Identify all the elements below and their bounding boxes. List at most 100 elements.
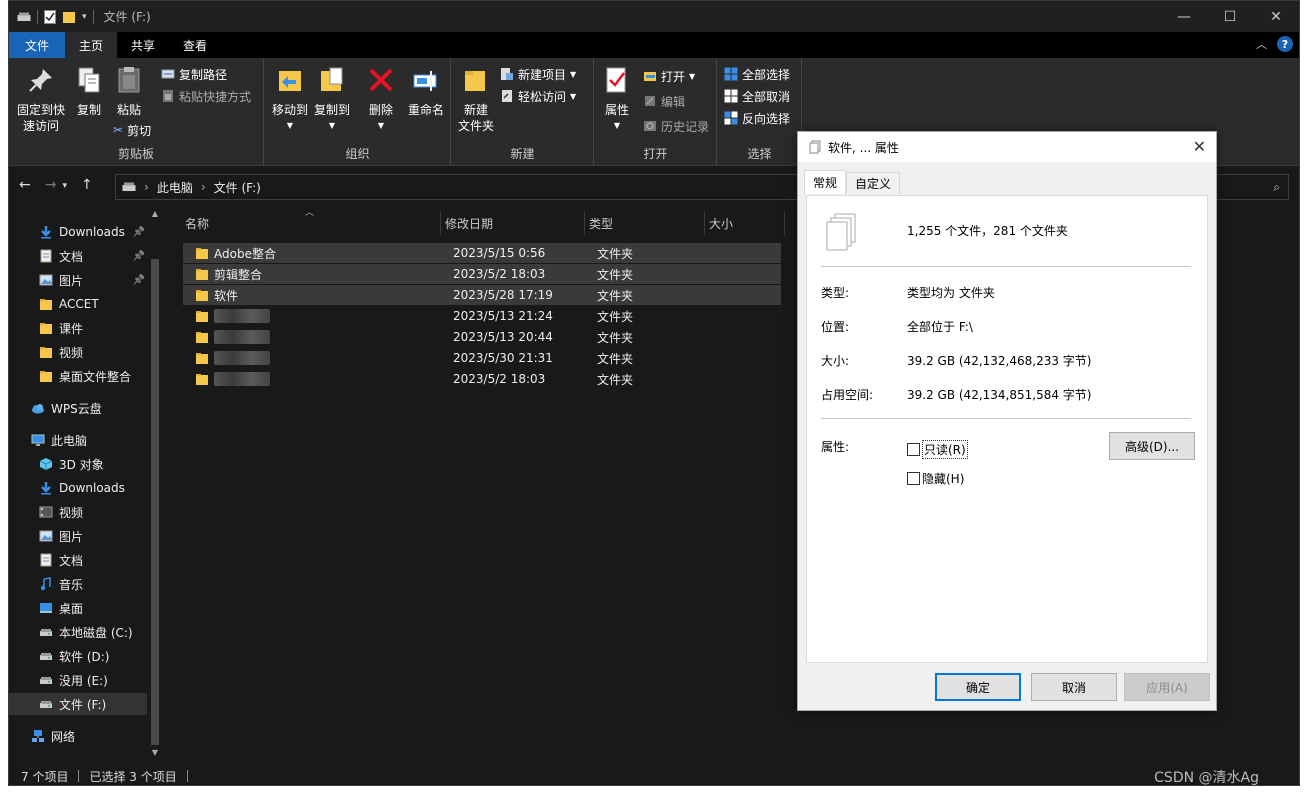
open-button[interactable]: 打开 ▼ [643, 66, 695, 86]
scroll-down-icon[interactable]: ▼ [149, 748, 161, 757]
tab-customize[interactable]: 自定义 [846, 172, 901, 194]
select-all-button[interactable]: 全部选择 [724, 64, 790, 84]
cancel-button[interactable]: 取消 [1031, 673, 1117, 701]
collapse-ribbon-icon[interactable]: ︿ [1256, 36, 1267, 52]
tab-general[interactable]: 常规 [804, 170, 847, 194]
paste-shortcut-icon [163, 90, 173, 102]
column-header-size[interactable]: 大小 [705, 211, 785, 235]
select-none-button[interactable]: 全部取消 [724, 86, 790, 106]
file-row[interactable]: 2023/5/30 21:31 文件夹 [183, 348, 781, 368]
breadcrumb-current[interactable]: 文件 (F:) [214, 179, 261, 196]
forward-arrow-icon[interactable]: → [45, 177, 57, 193]
nav-item[interactable]: Downloads [9, 477, 147, 499]
move-to-button[interactable]: 移动到 ▼ [269, 64, 311, 134]
properties-button[interactable]: 属性 ▼ [597, 64, 637, 134]
rename-button[interactable]: 重命名 [403, 64, 449, 118]
nav-item[interactable]: 文档 [9, 549, 147, 571]
hidden-label: 隐藏(H) [922, 472, 965, 486]
paste-button[interactable]: 粘贴 [109, 64, 149, 118]
nav-item[interactable]: 课件 [9, 317, 147, 339]
minimize-button[interactable]: — [1161, 1, 1207, 32]
recent-chevron-icon[interactable]: ▾ [62, 181, 67, 193]
paste-shortcut-button[interactable]: 粘贴快捷方式 [161, 86, 251, 106]
close-button[interactable]: ✕ [1253, 1, 1299, 32]
folder-icon [39, 297, 53, 311]
nav-item[interactable]: 桌面 [9, 597, 147, 619]
advanced-button[interactable]: 高级(D)... [1109, 432, 1195, 460]
maximize-button[interactable]: ☐ [1207, 1, 1253, 32]
new-folder-icon[interactable] [62, 10, 76, 24]
nav-item[interactable]: Downloads 📌 [9, 221, 147, 243]
delete-button[interactable]: 删除 ▼ [361, 64, 401, 134]
checkbox-box[interactable] [907, 472, 920, 485]
edit-button[interactable]: 编辑 [643, 91, 685, 111]
new-item-button[interactable]: 新建项目 ▼ [500, 64, 576, 84]
file-row[interactable]: 软件 2023/5/28 17:19 文件夹 [183, 285, 781, 305]
nav-item[interactable]: 视频 [9, 341, 147, 363]
cut-button[interactable]: ✂ 剪切 [113, 120, 151, 140]
nav-item[interactable]: 网络 [9, 725, 147, 747]
nav-item[interactable]: 图片 📌 [9, 269, 147, 291]
file-row[interactable]: 2023/5/2 18:03 文件夹 [183, 369, 781, 389]
history-button[interactable]: 历史记录 [643, 116, 709, 136]
nav-item-label: 文件 (F:) [59, 697, 107, 712]
tab-home[interactable]: 主页 [65, 32, 118, 58]
help-icon[interactable]: ? [1277, 36, 1293, 52]
checkbox-box[interactable] [907, 443, 920, 456]
back-arrow-icon[interactable]: ← [19, 177, 31, 193]
pin-to-quick-access-button[interactable]: 固定到快 速访问 [13, 64, 69, 134]
easy-access-icon [502, 90, 512, 102]
breadcrumb-separator-icon[interactable]: › [201, 180, 206, 194]
hidden-checkbox[interactable]: 隐藏(H) [907, 470, 964, 487]
copy-button[interactable]: 复制 [69, 64, 109, 118]
nav-item[interactable]: 音乐 [9, 573, 147, 595]
new-folder-button[interactable]: 新建 文件夹 [456, 64, 496, 134]
nav-item[interactable]: 此电脑 [9, 429, 147, 451]
drive-icon[interactable] [17, 12, 31, 22]
drive-icon [39, 673, 53, 687]
dialog-close-icon[interactable]: ✕ [1193, 137, 1206, 156]
nav-item[interactable]: 本地磁盘 (C:) [9, 621, 147, 643]
scroll-up-icon[interactable]: ▲ [149, 209, 161, 218]
breadcrumb-this-pc[interactable]: 此电脑 [157, 179, 193, 196]
tab-share[interactable]: 共享 [117, 32, 169, 58]
new-group-label: 新建 [510, 147, 535, 161]
nav-item[interactable]: 3D 对象 [9, 453, 147, 475]
ok-button[interactable]: 确定 [935, 673, 1021, 701]
nav-item[interactable]: 文件 (F:) [9, 693, 147, 715]
select-all-label: 全部选择 [742, 67, 791, 82]
scrollbar-thumb[interactable] [151, 259, 159, 745]
address-bar[interactable]: › 此电脑 › 文件 (F:) [115, 174, 805, 200]
tab-view[interactable]: 查看 [169, 32, 221, 58]
customize-chevron-icon[interactable]: ▾ [82, 12, 87, 22]
column-header-name[interactable]: 名称 [181, 211, 441, 235]
column-header-type[interactable]: 类型 [585, 211, 705, 235]
readonly-checkbox[interactable]: 只读(R) [907, 440, 968, 459]
file-row[interactable]: 2023/5/13 21:24 文件夹 [183, 306, 781, 326]
easy-access-button[interactable]: 轻松访问 ▼ [500, 86, 576, 106]
nav-item[interactable]: ACCET [9, 293, 147, 315]
copy-path-button[interactable]: 复制路径 [161, 64, 227, 84]
paste-clipboard-icon [118, 67, 140, 93]
file-type: 文件夹 [597, 246, 634, 261]
file-row[interactable]: 剪辑整合 2023/5/2 18:03 文件夹 [183, 264, 781, 284]
nav-item[interactable]: 软件 (D:) [9, 645, 147, 667]
file-row[interactable]: 2023/5/13 20:44 文件夹 [183, 327, 781, 347]
properties-check-icon[interactable] [44, 9, 56, 24]
breadcrumb-separator-icon[interactable]: › [144, 180, 149, 194]
nav-item[interactable]: 没用 (E:) [9, 669, 147, 691]
nav-item[interactable]: 桌面文件整合 [9, 365, 147, 387]
nav-item[interactable]: 视频 [9, 501, 147, 523]
invert-selection-button[interactable]: 反向选择 [724, 108, 790, 128]
file-row[interactable]: Adobe整合 2023/5/15 0:56 文件夹 [183, 243, 781, 263]
tab-file[interactable]: 文件 [9, 32, 66, 58]
apply-button[interactable]: 应用(A) [1124, 673, 1210, 701]
open-group: 属性 ▼ 打开 ▼ 编辑 历史记录 打开 [595, 58, 717, 166]
nav-item[interactable]: 图片 [9, 525, 147, 547]
up-arrow-icon[interactable]: ↑ [81, 177, 93, 193]
nav-item[interactable]: WPS云盘 [9, 397, 147, 419]
column-header-date[interactable]: 修改日期 [441, 211, 585, 235]
copy-to-button[interactable]: 复制到 ▼ [311, 64, 353, 134]
nav-item[interactable]: 文档 📌 [9, 245, 147, 267]
nav-scrollbar[interactable]: ▲ ▼ [149, 207, 161, 759]
